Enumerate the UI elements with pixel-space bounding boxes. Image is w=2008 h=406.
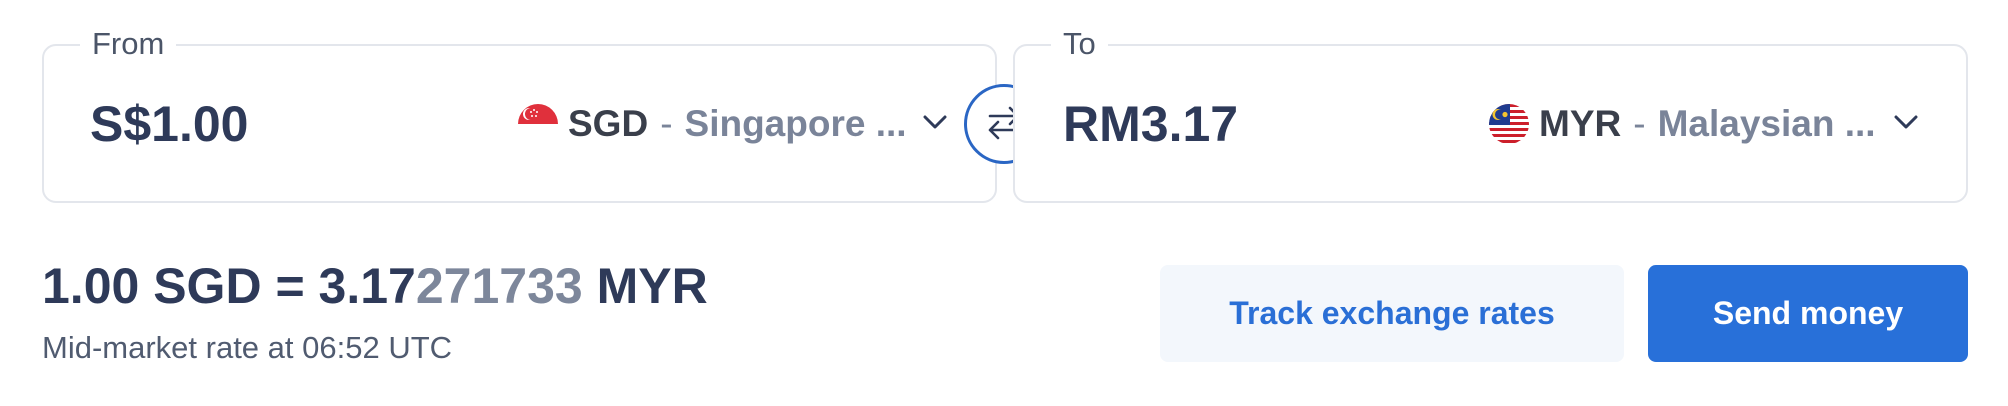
to-amount-input[interactable]: RM3.17 [1063, 92, 1238, 156]
to-currency-select[interactable]: MYR - Malaysian ... [1489, 96, 1876, 152]
from-currency-name: Singapore ... [684, 103, 907, 144]
rate-main: 1.00 SGD = 3.17 [42, 258, 416, 314]
rate-target-code: MYR [582, 258, 708, 314]
from-currency-code: SGD [568, 103, 649, 144]
from-currency-select[interactable]: SGD - Singapore ... [518, 96, 907, 152]
from-amount-input[interactable]: S$1.00 [90, 92, 248, 156]
to-currency-code: MYR [1539, 103, 1622, 144]
mid-market-rate-note: Mid-market rate at 06:52 UTC [42, 330, 453, 365]
chevron-down-icon[interactable] [919, 106, 951, 138]
send-money-button[interactable]: Send money [1648, 265, 1968, 362]
to-legend: To [1051, 24, 1108, 64]
from-currency-separator: - [660, 103, 673, 144]
exchange-rate-readout: 1.00 SGD = 3.17271733 MYR [42, 256, 708, 316]
singapore-flag-icon [518, 104, 558, 144]
track-exchange-rates-button[interactable]: Track exchange rates [1160, 265, 1624, 362]
malaysia-flag-icon [1489, 104, 1529, 144]
rate-extra-digits: 271733 [415, 258, 583, 314]
to-currency-name: Malaysian ... [1657, 103, 1876, 144]
from-currency-field: From S$1.00 SGD - Singapore ... [42, 24, 997, 203]
to-currency-field: To RM3.17 MYR - Malaysian ... [1013, 24, 1968, 203]
to-currency-separator: - [1633, 103, 1646, 144]
from-legend: From [80, 24, 177, 64]
chevron-down-icon[interactable] [1890, 106, 1922, 138]
